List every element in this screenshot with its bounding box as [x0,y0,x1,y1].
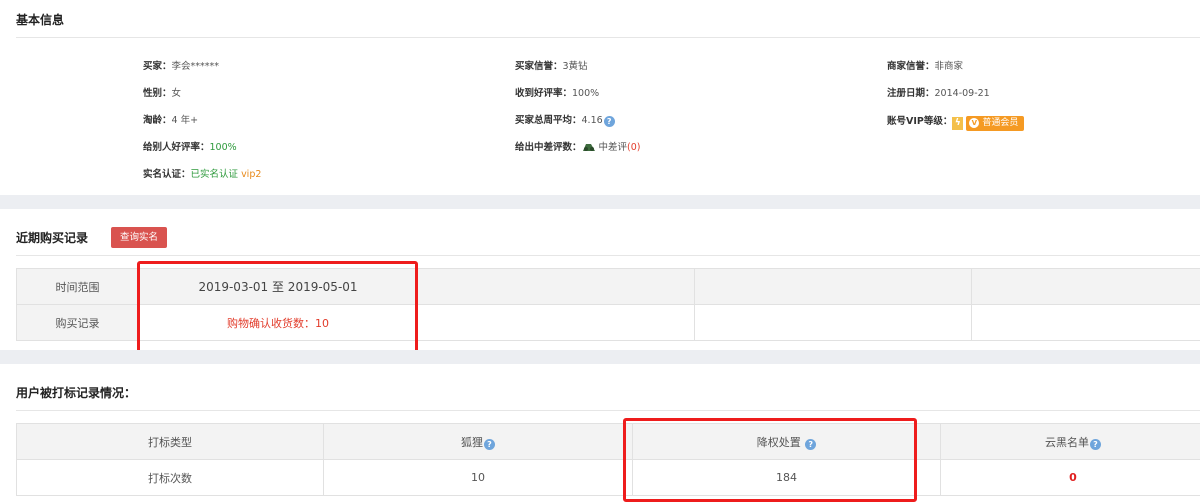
buyer-credit-label: 买家信誉： [515,61,563,72]
col-cloud-header: 云黑名单? [940,423,1200,460]
vip-member-badge[interactable]: V 普通会员 [966,116,1025,131]
empty-cell [971,304,1200,341]
highlight-box [137,261,418,353]
buyer-name-label: 买家： [143,61,172,72]
mark-records-table: 打标类型 狐狸? 降权处置 ? 云黑名单? 打标次数 10 184 0 [16,423,1200,496]
purchase-label: 购买记录 [16,304,139,341]
taoling-value: 4 年+ [171,115,199,126]
vip-badge: ϟ V 普通会员 [952,116,1025,131]
week-avg-value: 4.16 [581,115,603,126]
mark-records-title: 用户被打标记录情况： [16,386,137,400]
help-icon[interactable]: ? [603,116,615,127]
section-gap [0,195,1200,209]
vip-member-text: 普通会员 [982,118,1019,128]
empty-cell [971,268,1200,305]
rating-face-icon [582,141,596,155]
taoling-label: 淘龄： [143,115,172,126]
realname-label: 实名认证： [143,169,191,180]
empty-cell [417,304,695,341]
seller-credit-row: 商家信誉：非商家 [887,58,963,72]
table-row: 打标次数 10 184 0 [16,459,1200,496]
buyer-credit-row: 买家信誉：3黄钻 [515,58,588,72]
buyer-name-value: 李会****** [171,61,220,72]
mark-count-label: 打标次数 [16,459,324,496]
empty-cell [694,268,972,305]
realname-row: 实名认证：已实名认证 vip2 [143,166,261,180]
week-avg-row: 买家总周平均：4.16? [515,112,615,127]
vip-level-label: 账号VIP等级： [887,116,953,127]
vip-level-row: 账号VIP等级： ϟ V 普通会员 [887,113,1025,131]
mid-bad-count: (0) [627,142,641,153]
buyer-credit-value: 3黄钻 [562,61,588,72]
gender-value: 女 [171,88,182,99]
recv-rate-value: 100% [572,88,600,99]
realname-value: 已实名认证 [190,169,239,180]
week-avg-label: 买家总周平均： [515,115,582,126]
vip-member-icon: V [969,118,980,128]
col-fox-header: 狐狸? [323,423,633,460]
reg-date-value: 2014-09-21 [934,88,990,99]
basic-info-title: 基本信息 [16,13,65,27]
recv-rate-row: 收到好评率：100% [515,85,599,99]
gender-row: 性别：女 [143,85,181,99]
col-fox-label: 狐狸 [461,435,483,449]
gender-label: 性别： [143,88,172,99]
cloud-count: 0 [940,459,1200,496]
vip-lightning-icon: ϟ [952,117,964,130]
help-icon[interactable]: ? [1090,438,1101,450]
divider [16,37,1200,38]
query-realname-button[interactable]: 查询实名 [111,227,167,248]
recv-rate-label: 收到好评率： [515,88,573,99]
reg-date-row: 注册日期：2014-09-21 [887,85,990,99]
highlight-box [623,418,917,502]
seller-credit-value: 非商家 [934,61,964,72]
time-range-label: 时间范围 [16,268,139,305]
mid-bad-text: 中差评 [598,142,628,153]
section-gap [0,350,1200,364]
reg-date-label: 注册日期： [887,88,935,99]
taoling-row: 淘龄：4 年+ [143,112,198,126]
recent-purchase-title: 近期购买记录 [16,231,89,245]
divider [16,410,1200,411]
fox-count: 10 [323,459,633,496]
realname-vip: vip2 [241,169,262,180]
col-cloud-label: 云黑名单 [1045,435,1089,449]
mid-bad-label: 给出中差评数： [515,142,582,153]
empty-cell [694,304,972,341]
mark-type-label: 打标类型 [16,423,324,460]
give-rate-row: 给别人好评率：100% [143,139,237,153]
table-row: 打标类型 狐狸? 降权处置 ? 云黑名单? [16,423,1200,460]
give-rate-label: 给别人好评率： [143,142,210,153]
seller-credit-label: 商家信誉： [887,61,935,72]
help-icon[interactable]: ? [484,438,495,450]
empty-cell [417,268,695,305]
give-rate-value: 100% [209,142,237,153]
buyer-name-row: 买家：李会****** [143,58,219,72]
basic-info-panel: 基本信息 买家：李会****** 性别：女 淘龄：4 年+ 给别人好评率：100… [0,0,1200,195]
mid-bad-row: 给出中差评数： 中差评(0) [515,139,641,155]
divider [16,255,1200,256]
